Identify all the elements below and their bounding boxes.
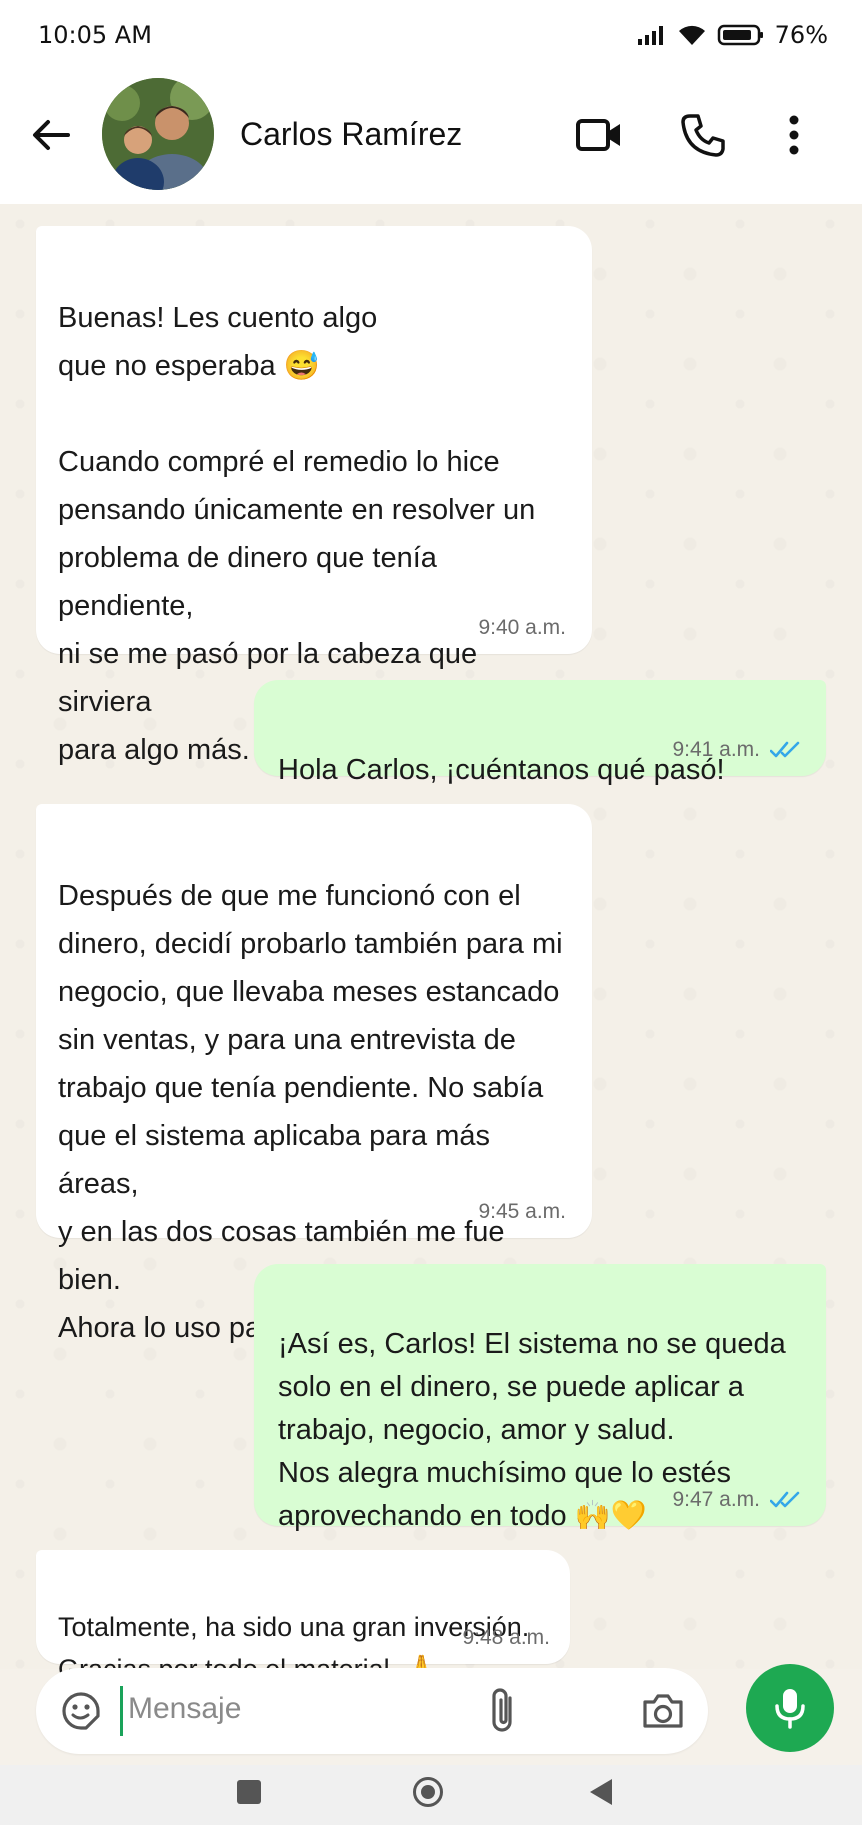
chat-header: Carlos Ramírez (0, 70, 862, 204)
message-time: 9:47 a.m. (672, 1488, 760, 1511)
recents-button[interactable] (237, 1780, 261, 1804)
double-check-icon (770, 1491, 800, 1508)
back-arrow-icon[interactable] (28, 112, 74, 158)
sticker-icon[interactable] (58, 1688, 104, 1734)
microphone-icon (775, 1689, 805, 1729)
message-meta: 9:45 a.m. (478, 1200, 566, 1224)
home-button[interactable] (413, 1777, 443, 1807)
status-bar: 10:05 AM 76% (0, 0, 862, 70)
message-incoming[interactable]: Totalmente, ha sido una gran inversión. … (36, 1550, 570, 1684)
avatar-photo (102, 78, 214, 190)
avatar[interactable] (102, 78, 214, 190)
message-outgoing[interactable]: Hola Carlos, ¡cuéntanos qué pasó! 9:41 a… (254, 680, 826, 786)
message-outgoing[interactable]: ¡Así es, Carlos! El sistema no se queda … (254, 1264, 826, 1532)
camera-icon[interactable] (640, 1688, 686, 1734)
system-nav-bar (0, 1765, 862, 1825)
message-meta: 9:47 a.m. (672, 1488, 800, 1512)
phone-icon[interactable] (678, 110, 728, 160)
video-call-icon[interactable] (574, 110, 624, 160)
message-incoming[interactable]: Buenas! Les cuento algo que no esperaba … (36, 226, 592, 766)
double-check-icon (770, 741, 800, 758)
signal-icon (637, 26, 663, 45)
more-vertical-icon[interactable] (769, 110, 819, 160)
message-meta: 9:41 a.m. (672, 738, 800, 762)
message-time: 9:45 a.m. (478, 1200, 566, 1223)
message-meta: 9:40 a.m. (478, 616, 566, 640)
status-time: 10:05 AM (38, 21, 152, 49)
voice-message-button[interactable] (746, 1664, 834, 1752)
nav-back-button[interactable] (590, 1779, 612, 1805)
battery-icon (717, 24, 763, 46)
message-time: 9:41 a.m. (672, 738, 760, 761)
text-caret (120, 1686, 123, 1736)
message-composer: Mensaje (36, 1668, 708, 1754)
message-time: 9:40 a.m. (478, 616, 566, 639)
contact-name[interactable]: Carlos Ramírez (240, 116, 462, 153)
paperclip-icon[interactable] (482, 1686, 526, 1736)
message-input[interactable]: Mensaje (128, 1692, 241, 1726)
message-incoming[interactable]: Después de que me funcionó con el dinero… (36, 804, 592, 1344)
message-time: 9:48 a.m. (462, 1626, 550, 1649)
wifi-icon (678, 25, 705, 45)
message-meta: 9:48 a.m. (462, 1626, 550, 1650)
battery-percent: 76% (774, 21, 828, 49)
status-icons: 76% (637, 21, 828, 49)
